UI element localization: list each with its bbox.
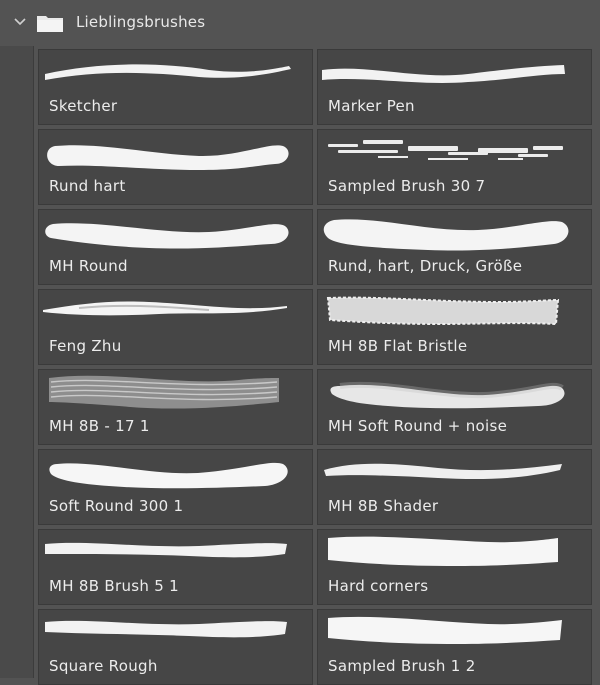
- brush-tile-mh-8b-brush-5-1[interactable]: MH 8B Brush 5 1: [38, 529, 313, 605]
- brush-tile-mh-8b-flat-bristle[interactable]: MH 8B Flat Bristle: [317, 289, 592, 365]
- brush-label: MH 8B - 17 1: [49, 417, 150, 435]
- brush-stroke-preview: [328, 140, 563, 160]
- brush-stroke-preview: [322, 65, 565, 83]
- brush-stroke-preview: [328, 616, 562, 644]
- brush-stroke-preview: [45, 620, 287, 638]
- brush-stroke-preview: [45, 64, 291, 80]
- brush-stroke-preview: [323, 219, 569, 251]
- brush-tile-sketcher[interactable]: Sketcher: [38, 49, 313, 125]
- brush-stroke-preview: [324, 463, 562, 480]
- folder-title: Lieblingsbrushes: [76, 13, 206, 31]
- folder-indent-guide: [0, 46, 34, 678]
- brush-stroke-preview: [326, 296, 560, 326]
- brush-stroke-preview: [49, 462, 288, 489]
- brush-stroke-preview: [45, 223, 289, 249]
- chevron-down-icon[interactable]: [12, 14, 28, 30]
- brush-label: MH 8B Brush 5 1: [49, 577, 180, 595]
- brush-tile-feng-zhu[interactable]: Feng Zhu: [38, 289, 313, 365]
- brush-label: MH Round: [49, 257, 128, 275]
- brushes-panel: Lieblingsbrushes Sketcher Marker Pen Run…: [0, 0, 600, 685]
- brush-label: Sampled Brush 1 2: [328, 657, 476, 675]
- brush-tile-rund-hart-druck-groesse[interactable]: Rund, hart, Druck, Größe: [317, 209, 592, 285]
- brush-label: Rund hart: [49, 177, 126, 195]
- brush-tile-soft-round-300-1[interactable]: Soft Round 300 1: [38, 449, 313, 525]
- brush-tile-rund-hart[interactable]: Rund hart: [38, 129, 313, 205]
- brush-label: Marker Pen: [328, 97, 415, 115]
- brush-tile-mh-8b-17-1[interactable]: MH 8B - 17 1: [38, 369, 313, 445]
- brush-tile-mh-round[interactable]: MH Round: [38, 209, 313, 285]
- brush-stroke-preview: [328, 536, 558, 566]
- brush-stroke-preview: [330, 381, 565, 409]
- brush-tile-mh-8b-shader[interactable]: MH 8B Shader: [317, 449, 592, 525]
- brush-stroke-preview: [45, 542, 287, 558]
- brush-label: Sampled Brush 30 7: [328, 177, 486, 195]
- brush-stroke-preview: [43, 301, 287, 316]
- brush-tile-marker-pen[interactable]: Marker Pen: [317, 49, 592, 125]
- brush-tile-square-rough[interactable]: Square Rough: [38, 609, 313, 685]
- brush-label: MH Soft Round + noise: [328, 417, 508, 435]
- brush-tile-hard-corners[interactable]: Hard corners: [317, 529, 592, 605]
- brush-label: Sketcher: [49, 97, 118, 115]
- brush-stroke-preview: [47, 145, 289, 170]
- brush-label: Square Rough: [49, 657, 158, 675]
- brush-folder-header[interactable]: Lieblingsbrushes: [0, 0, 600, 46]
- folder-icon: [37, 16, 63, 32]
- brush-label: Hard corners: [328, 577, 429, 595]
- brush-tile-sampled-brush-30-7[interactable]: Sampled Brush 30 7: [317, 129, 592, 205]
- brush-stroke-preview: [49, 375, 279, 409]
- brush-label: Feng Zhu: [49, 337, 122, 355]
- brush-label: MH 8B Flat Bristle: [328, 337, 468, 355]
- brush-tile-sampled-brush-1-2[interactable]: Sampled Brush 1 2: [317, 609, 592, 685]
- brush-label: Soft Round 300 1: [49, 497, 184, 515]
- brush-tile-mh-soft-round-noise[interactable]: MH Soft Round + noise: [317, 369, 592, 445]
- brush-label: MH 8B Shader: [328, 497, 439, 515]
- brush-label: Rund, hart, Druck, Größe: [328, 257, 523, 275]
